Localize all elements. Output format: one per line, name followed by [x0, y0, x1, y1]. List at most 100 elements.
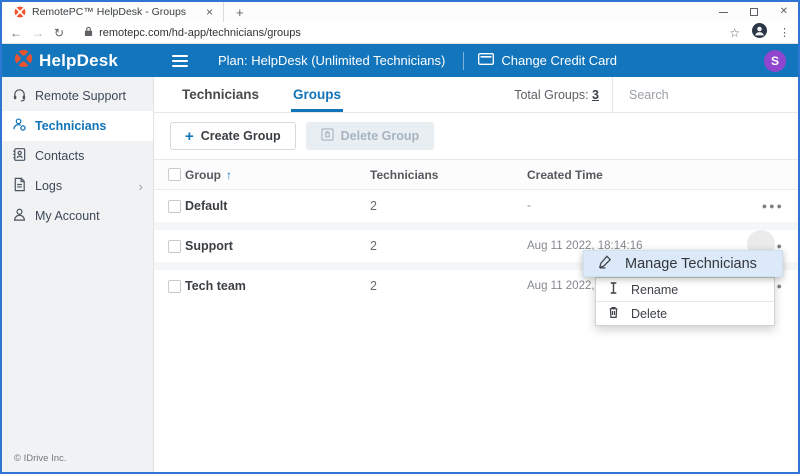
- url-text: remotepc.com/hd-app/technicians/groups: [99, 27, 301, 39]
- change-credit-card-button[interactable]: Change Credit Card: [478, 53, 617, 68]
- sidebar-item-my-account[interactable]: My Account: [2, 201, 153, 231]
- address-bar[interactable]: remotepc.com/hd-app/technicians/groups: [74, 24, 719, 42]
- table-row[interactable]: Default 2 - ●●●: [154, 190, 798, 222]
- total-groups-label: Total Groups:: [514, 88, 588, 102]
- tab-label: Groups: [293, 87, 341, 102]
- window-restore-button[interactable]: [750, 8, 758, 16]
- plus-icon: +: [185, 129, 194, 144]
- group-name: Support: [185, 239, 370, 253]
- menu-item-label: Rename: [631, 283, 678, 297]
- sidebar-item-remote-support[interactable]: Remote Support: [2, 81, 153, 111]
- window-close-button[interactable]: ✕: [780, 7, 788, 17]
- tab-groups[interactable]: Groups: [293, 77, 341, 112]
- group-name: Tech team: [185, 279, 370, 293]
- menu-item-label: Manage Technicians: [625, 256, 757, 272]
- row-checkbox[interactable]: [168, 200, 181, 213]
- user-avatar[interactable]: S: [764, 50, 786, 72]
- lock-icon: [84, 24, 93, 42]
- sidebar-item-contacts[interactable]: Contacts: [2, 141, 153, 171]
- sidebar-item-label: Logs: [35, 179, 62, 193]
- remotepc-favicon-icon: [14, 6, 26, 18]
- tab-technicians[interactable]: Technicians: [182, 77, 259, 112]
- tabs-row: Technicians Groups Total Groups: 3: [154, 77, 798, 113]
- brand-name: HelpDesk: [39, 51, 118, 71]
- group-name: Default: [185, 199, 370, 213]
- forward-icon[interactable]: →: [32, 27, 44, 39]
- total-groups-value: 3: [592, 88, 599, 102]
- technicians-count: 2: [370, 239, 527, 253]
- bookmark-star-icon[interactable]: ☆: [729, 26, 740, 40]
- menu-item-label: Delete: [631, 307, 667, 321]
- delete-group-icon: [321, 128, 334, 144]
- main-content: Technicians Groups Total Groups: 3 +: [154, 77, 798, 472]
- reload-icon[interactable]: ↻: [54, 27, 64, 39]
- contacts-icon: [12, 147, 27, 165]
- credit-card-icon: [478, 53, 494, 68]
- lifebuoy-logo-icon: [14, 49, 33, 73]
- chevron-right-icon: ›: [139, 179, 143, 194]
- hamburger-menu-icon[interactable]: [172, 55, 188, 67]
- context-menu-item-rename[interactable]: Rename: [596, 278, 774, 301]
- column-group-label: Group: [185, 168, 221, 182]
- row-checkbox[interactable]: [168, 280, 181, 293]
- new-tab-button[interactable]: +: [236, 6, 244, 19]
- row-menu-icon[interactable]: ●●●: [736, 201, 784, 211]
- sidebar-item-logs[interactable]: Logs ›: [2, 171, 153, 201]
- trash-icon: [607, 305, 620, 322]
- tab-label: Technicians: [182, 87, 259, 102]
- window-minimize-button[interactable]: [719, 12, 728, 13]
- context-menu-item-manage-technicians[interactable]: Manage Technicians: [583, 250, 783, 277]
- browser-tab[interactable]: RemotePC™ HelpDesk - Groups ×: [2, 2, 224, 22]
- sidebar-item-label: Technicians: [35, 119, 106, 133]
- helpdesk-logo: HelpDesk: [14, 49, 156, 73]
- headset-icon: [12, 87, 27, 105]
- created-time: -: [527, 200, 736, 212]
- column-created-time[interactable]: Created Time: [527, 168, 736, 182]
- browser-window: RemotePC™ HelpDesk - Groups × + ✕ ← → ↻ …: [0, 0, 800, 474]
- copyright-text: © IDrive Inc.: [14, 453, 66, 464]
- column-technicians[interactable]: Technicians: [370, 168, 527, 182]
- column-group[interactable]: Group ↑: [185, 168, 370, 182]
- sidebar-item-label: My Account: [35, 209, 100, 223]
- sidebar-item-label: Remote Support: [35, 89, 126, 103]
- delete-group-label: Delete Group: [341, 129, 420, 143]
- search-box: [613, 85, 798, 104]
- text-cursor-icon: [607, 281, 620, 298]
- actions-row: + Create Group Delete Group: [154, 113, 798, 159]
- row-checkbox[interactable]: [168, 240, 181, 253]
- sidebar-item-technicians[interactable]: Technicians: [2, 111, 153, 141]
- browser-toolbar: ← → ↻ remotepc.com/hd-app/technicians/gr…: [2, 22, 798, 44]
- window-controls: ✕: [719, 2, 794, 22]
- search-input[interactable]: [629, 88, 790, 102]
- logs-icon: [12, 177, 27, 195]
- technicians-count: 2: [370, 199, 527, 213]
- sidebar: Remote Support Technicians Contacts Logs: [2, 77, 154, 472]
- context-menu-item-delete[interactable]: Delete: [596, 302, 774, 325]
- tab-title: RemotePC™ HelpDesk - Groups: [32, 6, 198, 18]
- tab-close-icon[interactable]: ×: [204, 6, 215, 18]
- toolbar-right: ☆ ⋮: [729, 23, 790, 43]
- row-gap: [154, 222, 798, 230]
- create-group-button[interactable]: + Create Group: [170, 122, 296, 150]
- header-divider: [463, 52, 464, 70]
- back-icon[interactable]: ←: [10, 27, 22, 39]
- profile-avatar[interactable]: [752, 23, 767, 43]
- select-all-checkbox[interactable]: [168, 168, 181, 181]
- table-header: Group ↑ Technicians Created Time: [154, 159, 798, 190]
- chrome-menu-icon[interactable]: ⋮: [779, 26, 790, 39]
- technicians-icon: [12, 117, 27, 135]
- change-credit-card-label: Change Credit Card: [501, 53, 617, 68]
- account-icon: [12, 207, 27, 225]
- context-menu: Rename Delete: [595, 277, 775, 326]
- sort-ascending-icon: ↑: [226, 168, 232, 182]
- technicians-count: 2: [370, 279, 527, 293]
- plan-label: Plan: HelpDesk (Unlimited Technicians): [218, 53, 445, 68]
- tab-strip: RemotePC™ HelpDesk - Groups × + ✕: [2, 2, 798, 22]
- tabs-right: Total Groups: 3: [514, 77, 798, 112]
- sidebar-item-label: Contacts: [35, 149, 84, 163]
- pen-icon: [597, 253, 614, 274]
- app-body: Remote Support Technicians Contacts Logs: [2, 77, 798, 472]
- total-groups: Total Groups: 3: [514, 88, 612, 102]
- delete-group-button[interactable]: Delete Group: [306, 122, 435, 150]
- create-group-label: Create Group: [201, 129, 281, 143]
